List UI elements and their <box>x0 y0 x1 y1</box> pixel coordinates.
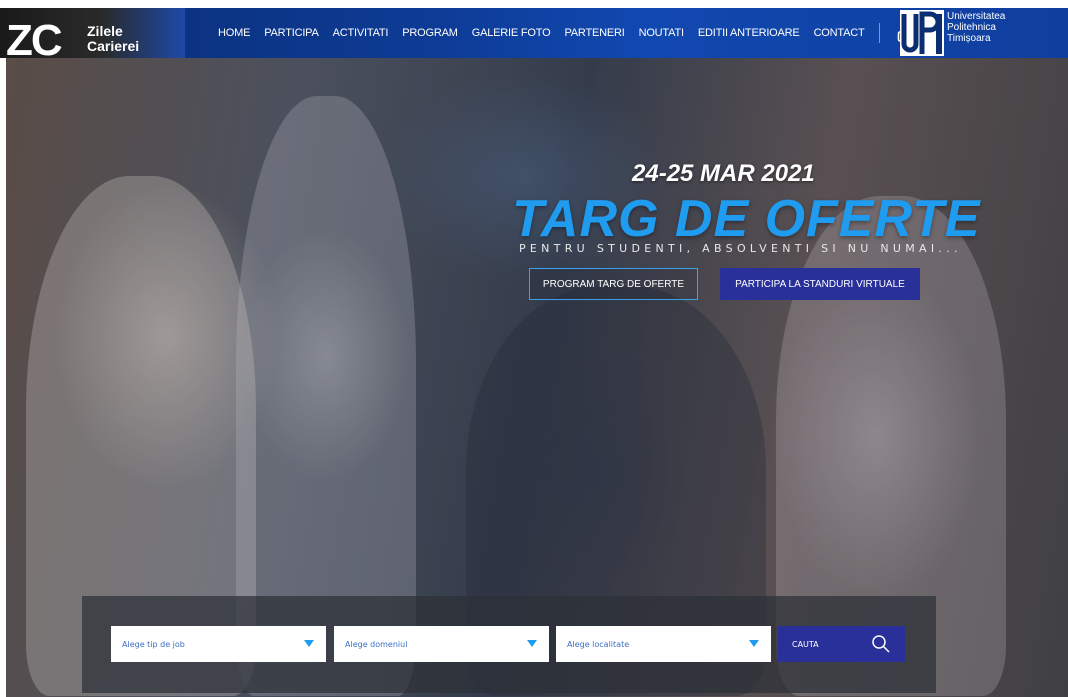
logo-line-2: Carierei <box>87 38 140 54</box>
logo-initials: ZC <box>6 16 63 65</box>
site-logo[interactable]: ZC Zilele Carierei <box>0 8 185 65</box>
chevron-down-icon <box>749 640 759 647</box>
domain-select[interactable]: Alege domeniul <box>334 626 549 662</box>
event-date: 24-25 MAR 2021 <box>632 160 815 187</box>
nav-parteneri[interactable]: PARTENERI <box>564 27 624 39</box>
university-name: Universitatea Politehnica Timișoara <box>947 11 1005 44</box>
university-logo[interactable]: Universitatea Politehnica Timișoara <box>898 8 1013 58</box>
main-nav: HOME PARTICIPA ACTIVITATI PROGRAM GALERI… <box>218 8 916 58</box>
nav-galerie-foto[interactable]: GALERIE FOTO <box>472 27 551 39</box>
nav-program[interactable]: PROGRAM <box>402 27 458 39</box>
chevron-down-icon <box>527 640 537 647</box>
participa-standuri-button[interactable]: PARTICIPA LA STANDURI VIRTUALE <box>720 268 920 300</box>
job-type-placeholder: Alege tip de job <box>122 639 185 649</box>
job-type-select[interactable]: Alege tip de job <box>111 626 326 662</box>
domain-placeholder: Alege domeniul <box>345 639 408 649</box>
location-select[interactable]: Alege localitate <box>556 626 771 662</box>
nav-divider <box>878 23 880 43</box>
nav-participa[interactable]: PARTICIPA <box>264 27 319 39</box>
university-line-2: Politehnica <box>947 22 996 33</box>
upt-emblem-icon <box>900 10 944 56</box>
search-button[interactable]: CAUTA <box>778 626 905 662</box>
location-placeholder: Alege localitate <box>567 639 630 649</box>
logo-text: Zilele Carierei <box>87 24 139 54</box>
university-line-3: Timișoara <box>947 33 991 44</box>
hero-subtitle: PENTRU STUDENTI, ABSOLVENTI SI NU NUMAI.… <box>519 242 962 255</box>
logo-line-1: Zilele <box>87 23 123 39</box>
nav-activitati[interactable]: ACTIVITATI <box>333 27 389 39</box>
nav-editii-anterioare[interactable]: EDITII ANTERIOARE <box>698 27 800 39</box>
search-icon <box>872 635 890 653</box>
nav-home[interactable]: HOME <box>218 27 250 39</box>
program-targ-button[interactable]: PROGRAM TARG DE OFERTE <box>529 268 698 300</box>
university-line-1: Universitatea <box>947 11 1006 22</box>
search-button-label: CAUTA <box>792 639 819 649</box>
hero-title: TARG DE OFERTE <box>512 190 981 248</box>
nav-contact[interactable]: CONTACT <box>814 27 865 39</box>
chevron-down-icon <box>304 640 314 647</box>
nav-noutati[interactable]: NOUTATI <box>639 27 684 39</box>
